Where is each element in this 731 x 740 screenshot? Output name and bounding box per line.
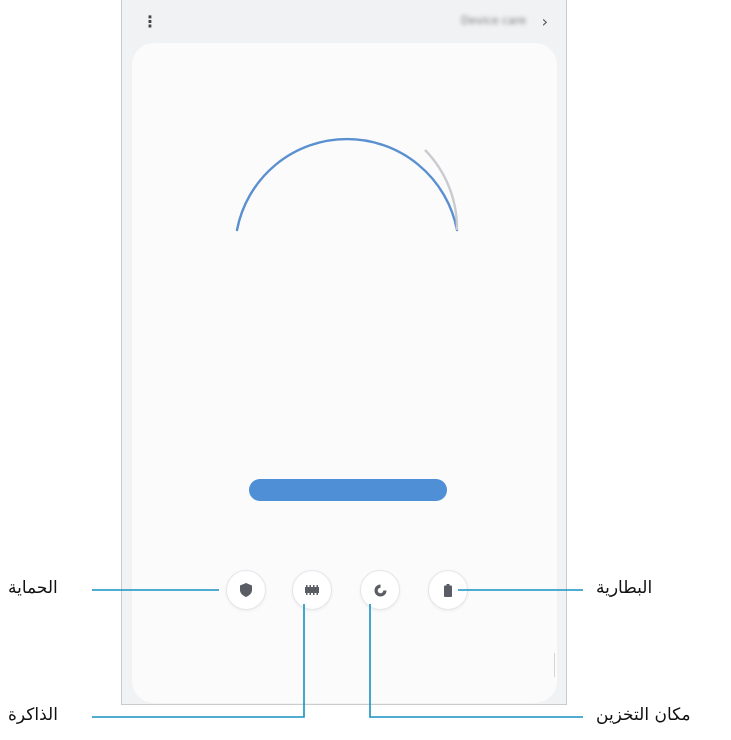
callout-battery: البطارية [596, 578, 653, 598]
shield-icon [240, 583, 252, 597]
device-care-screen: ⋮ Device care › [121, 0, 567, 705]
figure: ⋮ Device care › الحماية البطارية الذاكرة… [0, 0, 731, 740]
screen-title: Device care [461, 14, 526, 27]
callout-security: الحماية [8, 578, 58, 598]
optimize-now-button[interactable] [249, 479, 447, 501]
battery-button[interactable] [428, 570, 468, 610]
storage-button[interactable] [360, 570, 400, 610]
main-card [132, 43, 557, 703]
memory-function[interactable] [280, 570, 344, 628]
memory-button[interactable] [292, 570, 332, 610]
callout-storage: مكان التخزين [596, 705, 691, 725]
security-button[interactable] [226, 570, 266, 610]
callout-memory: الذاكرة [8, 705, 58, 725]
score-gauge [235, 137, 459, 232]
back-chevron-icon[interactable]: › [542, 12, 548, 31]
battery-icon [444, 583, 452, 597]
top-bar: ⋮ Device care › [122, 0, 566, 44]
scroll-edge-indicator [554, 653, 555, 677]
security-function[interactable] [214, 570, 278, 628]
storage-pie-icon [374, 584, 386, 596]
battery-function[interactable] [416, 570, 480, 628]
storage-function[interactable] [348, 570, 412, 628]
memory-chip-icon [305, 585, 319, 595]
more-options-icon[interactable]: ⋮ [142, 14, 158, 30]
